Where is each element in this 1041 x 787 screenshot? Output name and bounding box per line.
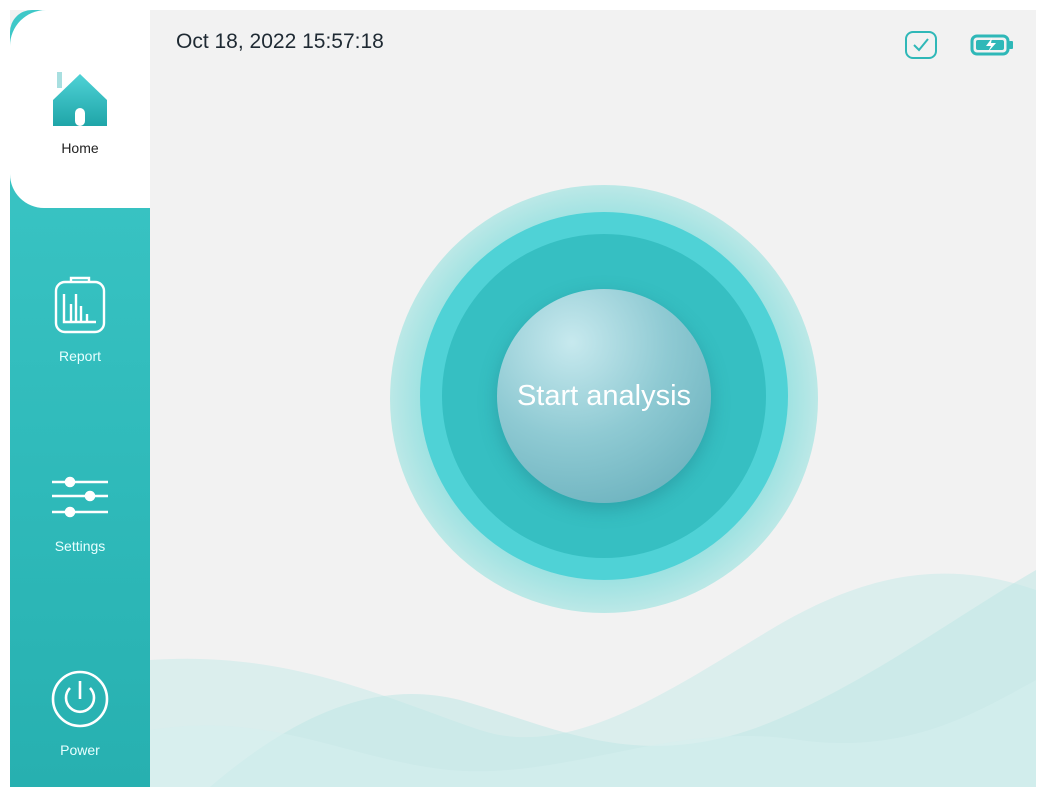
datetime-display: Oct 18, 2022 15:57:18 <box>176 30 384 53</box>
sidebar: Home Report Settings Power <box>10 10 150 787</box>
home-icon <box>49 68 111 134</box>
sidebar-item-label: Report <box>58 348 102 364</box>
sidebar-item-label: Power <box>60 742 100 758</box>
app-screen: Home Report Settings Power Oct 18, 2022 … <box>10 10 1036 787</box>
start-analysis-label: Start analysis <box>516 379 692 412</box>
report-clipboard-icon <box>47 272 113 342</box>
power-icon <box>47 666 113 736</box>
sidebar-item-settings[interactable]: Settings <box>10 472 150 554</box>
sliders-icon <box>48 472 112 532</box>
sidebar-item-label: Settings <box>54 538 106 554</box>
battery-charging-icon <box>970 32 1016 62</box>
start-analysis-button[interactable]: Start analysis <box>497 289 711 503</box>
sidebar-item-label: Home <box>61 140 99 156</box>
sidebar-item-home[interactable]: Home <box>10 68 150 156</box>
sidebar-item-power[interactable]: Power <box>10 666 150 758</box>
sidebar-item-report[interactable]: Report <box>10 272 150 364</box>
checkbox-check-icon[interactable] <box>904 30 938 64</box>
